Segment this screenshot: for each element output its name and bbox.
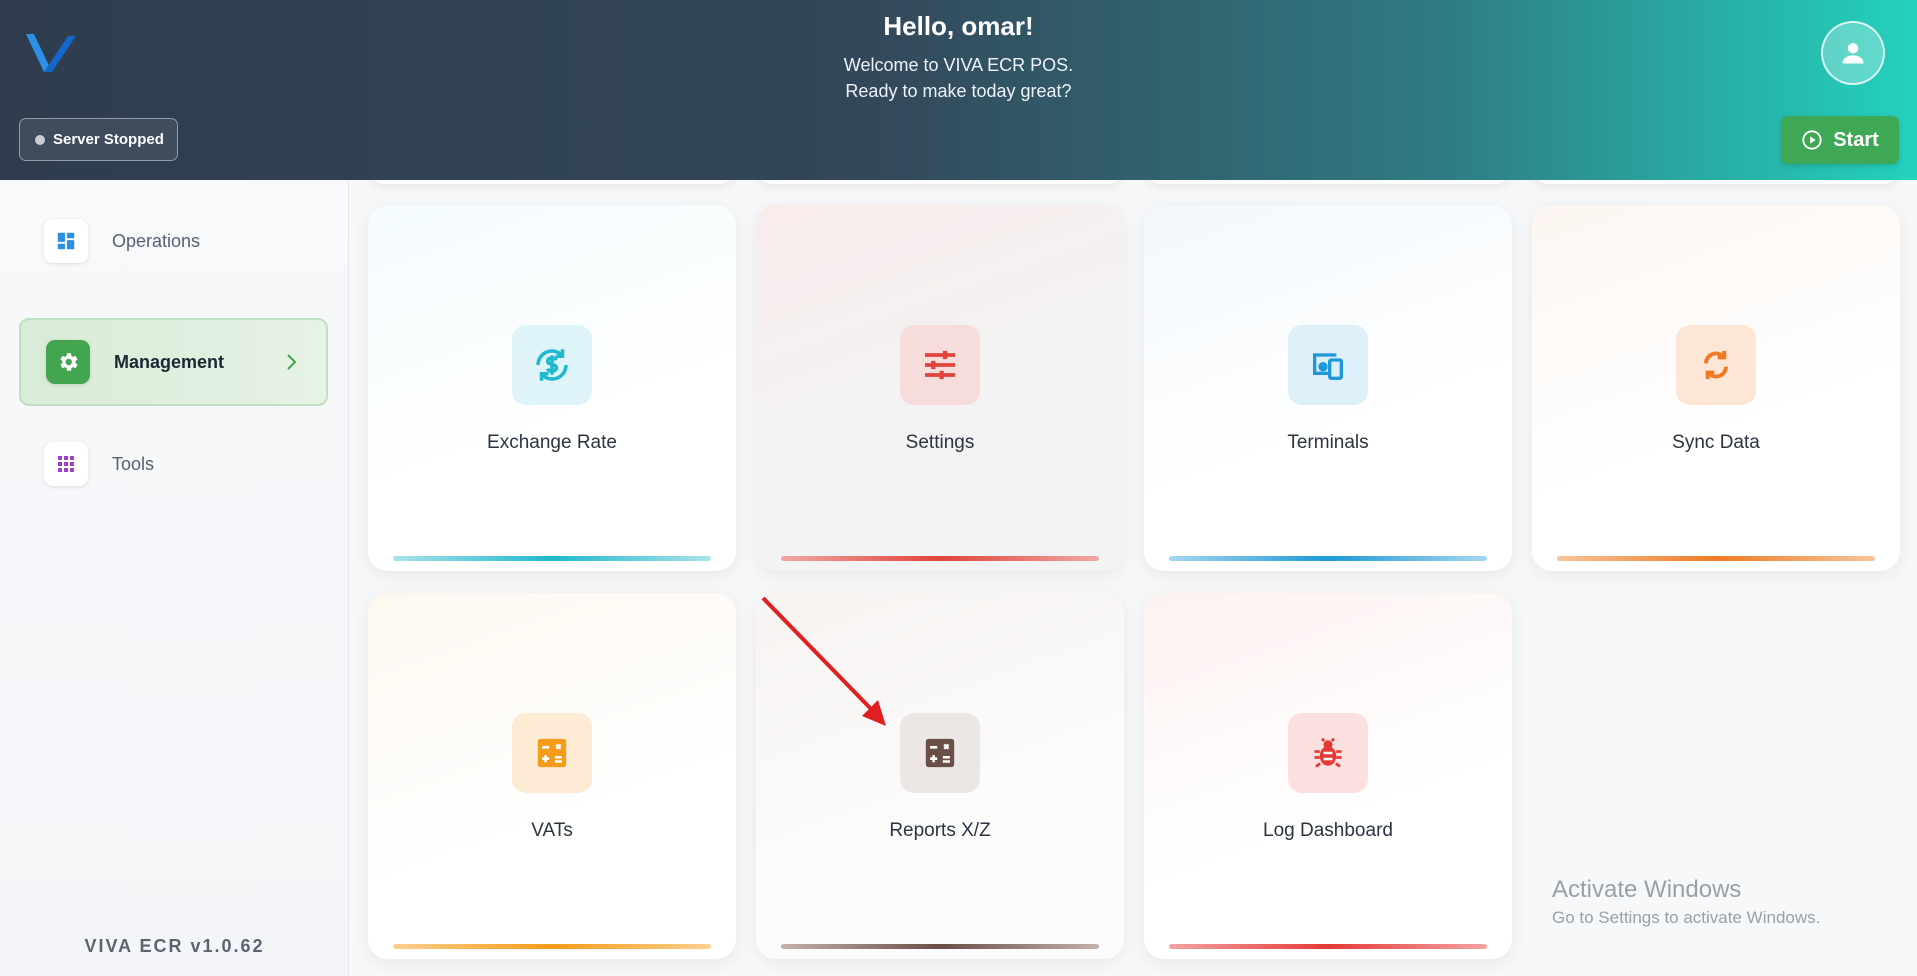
bug-icon	[1314, 737, 1342, 768]
server-status-label: Server Stopped	[53, 131, 164, 148]
sidebar-item-tools[interactable]: Tools	[19, 420, 328, 508]
card-label: Settings	[905, 432, 975, 453]
card-label: Reports X/Z	[889, 820, 991, 841]
scrolled-card-edge	[756, 180, 1124, 184]
management-grid: Exchange Rate Settings Terminals Sync Da…	[349, 180, 1917, 976]
sidebar-item-operations[interactable]: Operations	[19, 197, 328, 285]
currency-exchange-icon	[536, 349, 568, 381]
card-exchange-rate[interactable]: Exchange Rate	[368, 205, 736, 571]
chevron-right-icon	[287, 354, 297, 370]
greeting-title: Hello, omar!	[883, 11, 1034, 41]
card-label: Terminals	[1287, 432, 1369, 453]
sidebar-item-label: Management	[114, 351, 225, 372]
app-header: Hello, omar! Welcome to VIVA ECR POS. Re…	[0, 0, 1917, 180]
scrolled-card-edge	[368, 180, 736, 184]
start-label: Start	[1833, 128, 1879, 151]
card-sync-data[interactable]: Sync Data	[1532, 205, 1900, 571]
status-dot-icon	[35, 134, 45, 145]
devices-icon	[1313, 353, 1343, 380]
sync-icon	[1704, 350, 1728, 380]
card-accent-bar	[1557, 556, 1875, 561]
apps-grid-icon	[58, 456, 74, 472]
dashboard-icon	[57, 232, 75, 250]
card-vats[interactable]: VATs	[368, 593, 736, 959]
scrolled-card-edge	[1144, 180, 1512, 184]
card-settings[interactable]: Settings	[756, 205, 1124, 571]
gear-icon	[60, 353, 78, 371]
greeting-block: Hello, omar! Welcome to VIVA ECR POS. Re…	[0, 8, 1917, 104]
user-avatar-button[interactable]	[1821, 21, 1885, 85]
app-version: VIVA ECR v1.0.62	[84, 936, 265, 956]
sidebar-item-label: Operations	[112, 230, 201, 251]
calculator-icon	[925, 738, 955, 768]
sidebar: Operations Management Tools VIVA ECR v1.…	[0, 180, 349, 976]
server-status-badge: Server Stopped	[19, 118, 178, 161]
card-label: Exchange Rate	[487, 432, 617, 453]
card-label: Log Dashboard	[1263, 820, 1393, 841]
card-reports-xz[interactable]: Reports X/Z	[756, 593, 1124, 959]
card-label: Sync Data	[1672, 432, 1760, 453]
play-circle-icon	[1802, 130, 1822, 150]
watermark-title: Activate Windows	[1552, 876, 1742, 903]
start-server-button[interactable]: Start	[1781, 116, 1899, 164]
tagline-text: Ready to make today great?	[845, 81, 1072, 101]
user-icon	[1842, 43, 1864, 64]
welcome-text: Welcome to VIVA ECR POS.	[843, 55, 1074, 75]
card-accent-bar	[1169, 944, 1487, 949]
card-accent-bar	[393, 944, 711, 949]
sliders-icon	[925, 350, 955, 380]
card-accent-bar	[781, 556, 1099, 561]
watermark-subtitle: Go to Settings to activate Windows.	[1552, 908, 1821, 927]
scrolled-card-edge	[1532, 180, 1900, 184]
card-accent-bar	[1169, 556, 1487, 561]
card-accent-bar	[781, 944, 1099, 949]
card-terminals[interactable]: Terminals	[1144, 205, 1512, 571]
card-log-dashboard[interactable]: Log Dashboard	[1144, 593, 1512, 959]
card-accent-bar	[393, 556, 711, 561]
sidebar-item-label: Tools	[112, 453, 155, 474]
windows-activation-watermark: Activate Windows Go to Settings to activ…	[1552, 876, 1820, 928]
calculator-icon	[537, 738, 567, 768]
sidebar-item-management[interactable]: Management	[19, 318, 328, 406]
card-label: VATs	[531, 820, 573, 841]
